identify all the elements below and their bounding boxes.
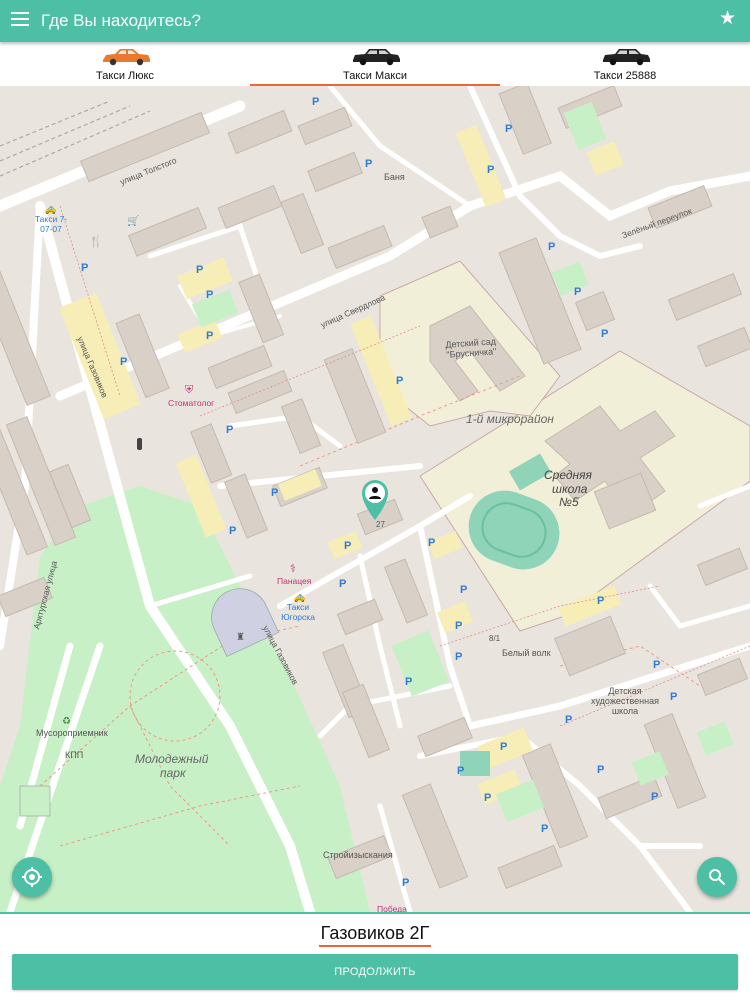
poi-label: Мусороприемник xyxy=(36,728,108,738)
tab-taxi-lux[interactable]: Такси Люкс xyxy=(0,42,250,86)
search-icon xyxy=(709,869,726,886)
tab-label: Такси 25888 xyxy=(593,70,657,82)
art-school-label: Детская художественная школа xyxy=(590,686,659,716)
restaurant-icon: 🍴 xyxy=(89,236,103,248)
continue-button[interactable]: ПРОДОЛЖИТЬ xyxy=(12,954,738,990)
park-label: Молодежный xyxy=(135,752,209,766)
location-pin[interactable] xyxy=(359,477,391,521)
taxi-label: Такси 7-07-07 xyxy=(34,214,68,234)
my-location-button[interactable] xyxy=(12,857,52,897)
poi-label: Стоматолог xyxy=(168,398,215,408)
taxi-icon: 🚕 xyxy=(44,204,57,215)
house-number: 27 xyxy=(376,520,385,529)
poi-label: Стройизыскания xyxy=(323,850,393,860)
address-display[interactable]: Газовиков 2Г xyxy=(0,923,750,947)
house-number: 8/1 xyxy=(489,634,501,643)
car-icon xyxy=(353,49,400,66)
school-label: №5 xyxy=(559,495,579,509)
car-icon xyxy=(103,49,150,66)
car-icon xyxy=(603,49,650,66)
recycling-icon: ♻ xyxy=(62,716,71,727)
my-location-icon xyxy=(22,867,42,887)
tab-label: Такси Макси xyxy=(343,70,407,82)
district-label: 1-й микрорайон xyxy=(466,412,554,426)
taxi-label: Такси Югорска xyxy=(281,602,315,622)
tab-taxi-25888[interactable]: Такси 25888 xyxy=(500,42,750,86)
poi-label: КПП xyxy=(65,750,84,760)
hamburger-menu-icon[interactable] xyxy=(11,12,29,28)
star-icon[interactable]: ★ xyxy=(719,9,736,29)
app-bar: Где Вы находитесь? ★ xyxy=(0,0,750,42)
poi-label: Белый волк xyxy=(502,648,551,658)
monument-icon: ♜ xyxy=(236,632,245,643)
pharmacy-icon: ⚕ xyxy=(290,563,296,575)
tab-label: Такси Люкс xyxy=(96,70,154,82)
bottom-panel: Газовиков 2Г ПРОДОЛЖИТЬ xyxy=(0,912,750,1000)
dentist-icon: ⛨ xyxy=(185,384,194,396)
address-text: Газовиков 2Г xyxy=(318,923,432,947)
school-label: школа xyxy=(552,482,588,496)
poi-label: Панацея xyxy=(277,576,312,586)
poi-label: Победа xyxy=(377,904,407,912)
tab-taxi-maxi[interactable]: Такси Макси xyxy=(250,42,500,86)
page-title: Где Вы находитесь? xyxy=(41,11,201,30)
shop-icon: 🛒 xyxy=(127,216,140,227)
school-label: Средняя xyxy=(544,468,592,482)
person-pin-icon xyxy=(362,480,388,520)
park-label: парк xyxy=(160,766,186,780)
taxi-tabs: Такси Люкс Такси Макси Такси 25888 xyxy=(0,42,750,86)
poi-label: Баня xyxy=(384,172,405,182)
traffic-light-icon xyxy=(137,438,142,450)
taxi-icon: 🚕 xyxy=(293,592,306,603)
search-button[interactable] xyxy=(697,857,737,897)
map-view[interactable]: P P P P P P P P P P P P P P P P P P P P … xyxy=(0,86,750,912)
